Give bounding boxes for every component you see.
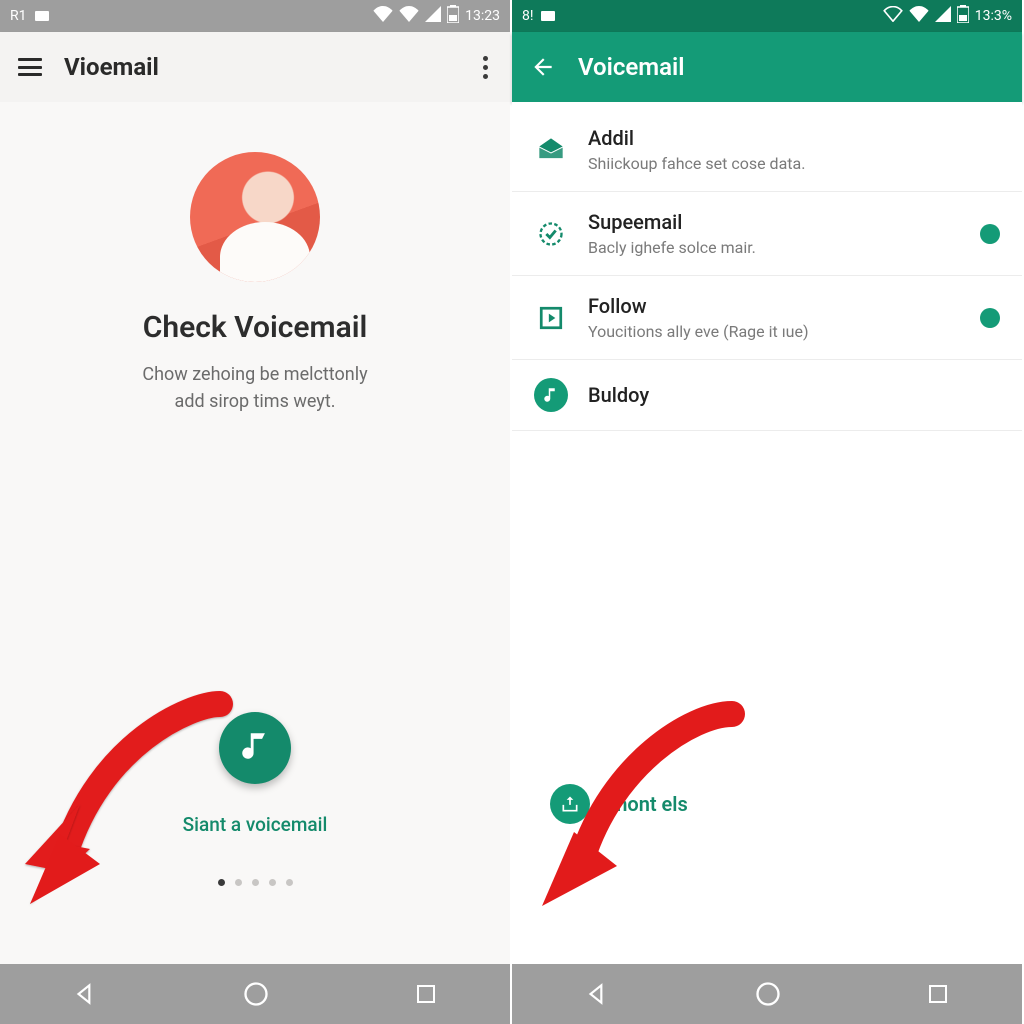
check-badge-icon	[534, 217, 568, 251]
avatar	[190, 152, 320, 282]
main-content: Check Voicemail Chow zehoing be melctton…	[0, 102, 510, 964]
notification-icon	[35, 11, 49, 21]
nav-bar	[0, 964, 510, 1024]
share-icon	[550, 784, 590, 824]
clock-label: 13:3%	[975, 8, 1012, 24]
bottom-chip[interactable]: Shont els	[550, 784, 688, 824]
app-bar: Vioemail	[0, 32, 510, 102]
carrier-label: 8!	[522, 8, 533, 24]
wifi-icon	[909, 6, 929, 26]
hero-sub-line1: Chow zehoing be melcttonly	[142, 364, 367, 385]
list-item[interactable]: Addil Shiickoup fahce set cose data.	[512, 108, 1022, 192]
item-title: Follow	[588, 294, 960, 318]
dot-active	[218, 879, 225, 886]
carrier-label: R1	[10, 8, 27, 24]
item-subtitle: Youcitions ally eve (Rage it ıue)	[588, 322, 960, 341]
music-note-icon	[238, 729, 272, 767]
nav-bar	[512, 964, 1022, 1024]
back-icon[interactable]	[530, 54, 556, 80]
status-bar: 8! 13:3%	[512, 0, 1022, 32]
list-item[interactable]: Follow Youcitions ally eve (Rage it ıue)	[512, 276, 1022, 360]
fab-label[interactable]: Siant a voicemail	[0, 813, 510, 836]
app-title: Voicemail	[578, 53, 685, 81]
phone-left: R1 13:23 Vioemail Check Voicemail	[0, 0, 512, 1024]
list-item[interactable]: Buldoy	[512, 360, 1022, 431]
hero-title: Check Voicemail	[0, 310, 510, 345]
annotation-arrow-icon	[10, 674, 270, 934]
wifi-icon	[373, 6, 393, 26]
dot	[286, 879, 293, 886]
battery-icon	[957, 5, 969, 27]
chip-label: Shont els	[604, 792, 688, 816]
item-subtitle: Shiickoup fahce set cose data.	[588, 154, 1000, 173]
hero-subtitle: Chow zehoing be melcttonly add sirop tim…	[95, 361, 415, 415]
dot	[269, 879, 276, 886]
item-title: Addil	[588, 126, 1000, 150]
home-nav-icon[interactable]	[754, 980, 782, 1008]
notification-icon	[541, 11, 555, 21]
fab-button[interactable]	[219, 712, 291, 784]
settings-list: Addil Shiickoup fahce set cose data. Sup…	[512, 102, 1022, 964]
home-nav-icon[interactable]	[242, 980, 270, 1008]
status-indicator	[980, 308, 1000, 328]
item-title: Supeemail	[588, 210, 960, 234]
dot	[252, 879, 259, 886]
app-bar: Voicemail	[512, 32, 1022, 102]
music-note-icon	[534, 378, 568, 412]
menu-icon[interactable]	[18, 58, 42, 76]
status-indicator	[980, 224, 1000, 244]
page-indicator	[0, 879, 510, 886]
wifi-outline-icon	[883, 6, 903, 26]
status-icons: 13:3%	[883, 5, 1012, 27]
app-title: Vioemail	[64, 53, 159, 81]
cell-signal-icon	[935, 6, 951, 26]
wifi-icon	[399, 6, 419, 26]
mail-icon	[534, 133, 568, 167]
phone-right: 8! 13:3% Voicemail	[512, 0, 1024, 1024]
battery-icon	[447, 5, 459, 27]
play-box-icon	[534, 301, 568, 335]
item-subtitle: Bacly ighefe solce mair.	[588, 238, 960, 257]
list-item[interactable]: Supeemail Bacly ighefe solce mair.	[512, 192, 1022, 276]
back-nav-icon[interactable]	[72, 981, 98, 1007]
status-icons: 13:23	[373, 5, 500, 27]
overflow-menu-icon[interactable]	[483, 56, 492, 79]
item-title: Buldoy	[588, 383, 1000, 407]
cell-signal-icon	[425, 6, 441, 26]
recent-nav-icon[interactable]	[926, 982, 950, 1006]
hero-sub-line2: add sirop tims weyt.	[175, 391, 336, 412]
status-bar: R1 13:23	[0, 0, 510, 32]
clock-label: 13:23	[465, 8, 500, 24]
back-nav-icon[interactable]	[584, 981, 610, 1007]
recent-nav-icon[interactable]	[414, 982, 438, 1006]
dot	[235, 879, 242, 886]
